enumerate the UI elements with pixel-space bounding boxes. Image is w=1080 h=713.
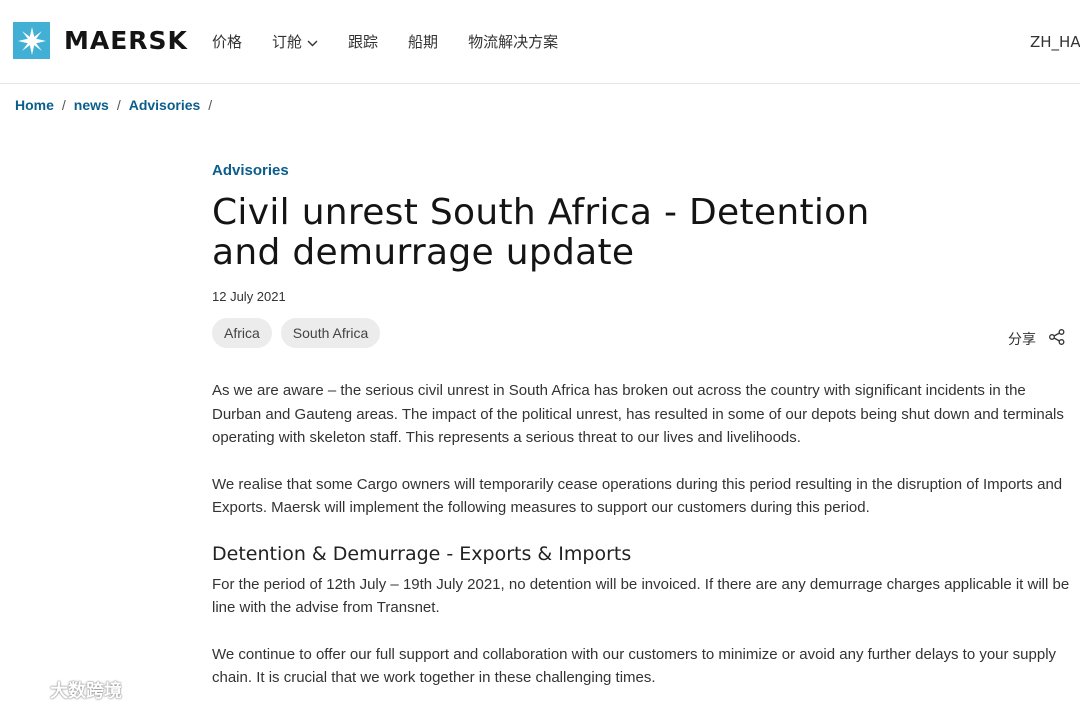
- tag-africa[interactable]: Africa: [212, 318, 272, 348]
- breadcrumb: Home / news / Advisories /: [15, 97, 220, 113]
- article-subheading: Detention & Demurrage - Exports & Import…: [212, 542, 632, 565]
- article-date: 12 July 2021: [212, 289, 286, 304]
- breadcrumb-separator: /: [208, 97, 213, 113]
- nav-booking-label: 订舱: [272, 33, 303, 51]
- article-paragraph: We realise that some Cargo owners will t…: [212, 475, 1063, 517]
- watermark-text: 大数跨境: [50, 680, 122, 702]
- article-category[interactable]: Advisories: [212, 162, 1072, 179]
- chevron-down-icon: [307, 33, 318, 51]
- article-tags: Africa South Africa: [212, 318, 1072, 348]
- article-paragraph: As we are aware – the serious civil unre…: [212, 382, 1064, 446]
- share-button[interactable]: 分享: [1008, 328, 1066, 350]
- main-nav: 价格 订舱 跟踪 船期 物流解决方案: [212, 31, 588, 52]
- article-body: As we are aware – the serious civil unre…: [212, 379, 1074, 713]
- nav-tracking[interactable]: 跟踪: [348, 31, 378, 52]
- share-label: 分享: [1008, 332, 1036, 348]
- breadcrumb-separator: /: [61, 97, 66, 113]
- logo-wordmark: MAERSK: [64, 26, 188, 55]
- article-header: Advisories Civil unrest South Africa - D…: [212, 162, 1072, 348]
- star-icon: [13, 22, 50, 59]
- article-title: Civil unrest South Africa - Detention an…: [212, 192, 870, 273]
- nav-logistics-solutions[interactable]: 物流解决方案: [468, 31, 558, 52]
- maersk-logo[interactable]: MAERSK: [13, 22, 188, 59]
- share-icon: [1036, 328, 1066, 350]
- article-paragraph: We continue to offer our full support an…: [212, 645, 1057, 687]
- breadcrumb-home[interactable]: Home: [15, 97, 54, 113]
- nav-prices[interactable]: 价格: [212, 31, 242, 52]
- watermark: 大数跨境: [10, 676, 122, 703]
- article-paragraph: For the period of 12th July – 19th July …: [212, 575, 1070, 617]
- breadcrumb-advisories[interactable]: Advisories: [129, 97, 201, 113]
- nav-booking[interactable]: 订舱: [272, 31, 318, 52]
- nav-schedules[interactable]: 船期: [408, 31, 438, 52]
- tag-south-africa[interactable]: South Africa: [280, 318, 381, 348]
- language-selector[interactable]: ZH_HANS: [1030, 33, 1080, 51]
- breadcrumb-separator: /: [116, 97, 121, 113]
- watermark-logo-icon: [10, 676, 44, 703]
- site-header: MAERSK 价格 订舱 跟踪 船期 物流解决方案 ZH_HANS: [0, 0, 1080, 84]
- breadcrumb-news[interactable]: news: [74, 97, 109, 113]
